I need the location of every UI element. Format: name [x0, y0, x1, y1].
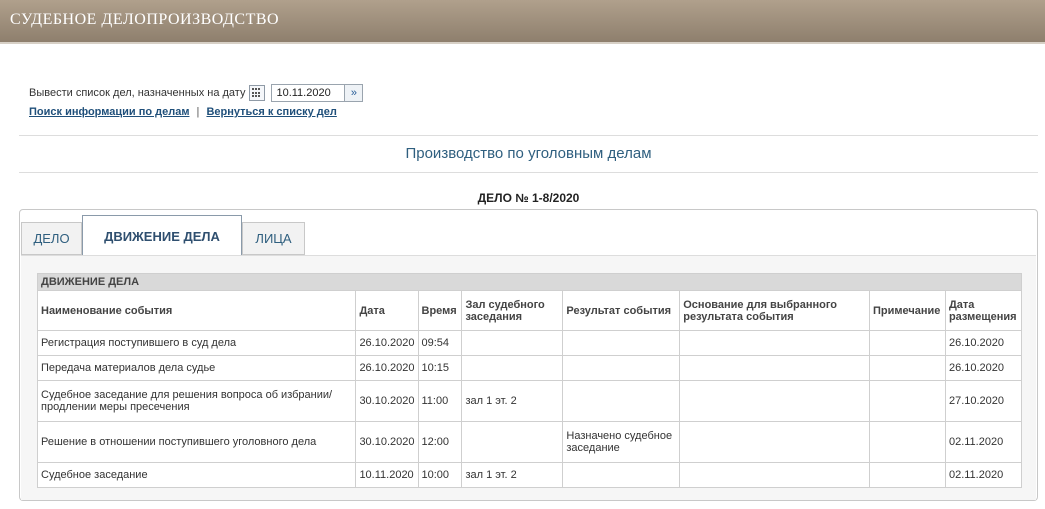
- tab-case[interactable]: ДЕЛО: [21, 222, 82, 255]
- cell-event: Судебное заседание: [36, 462, 357, 488]
- col-header-time: Время: [417, 290, 463, 331]
- calendar-icon[interactable]: [249, 85, 266, 101]
- cell-note: [868, 380, 946, 422]
- cell-basis: [679, 421, 870, 463]
- cell-event: Судебное заседание для решения вопроса о…: [36, 380, 357, 422]
- col-header-date: Дата: [355, 290, 419, 331]
- cell-note: [868, 355, 946, 381]
- tab-persons[interactable]: ЛИЦА: [242, 222, 305, 255]
- site-title: СУДЕБНОЕ ДЕЛОПРОИЗВОДСТВО: [10, 11, 280, 28]
- cell-result: [562, 380, 681, 422]
- table-row: Передача материалов дела судье 26.10.202…: [36, 355, 1023, 381]
- cell-basis: [679, 355, 870, 381]
- table-caption-row: ДВИЖЕНИЕ ДЕЛА: [37, 273, 1022, 291]
- col-header-event: Наименование события: [36, 290, 357, 331]
- cell-posted: 02.11.2020: [944, 462, 1023, 488]
- go-button[interactable]: »: [345, 84, 364, 102]
- table-caption: ДВИЖЕНИЕ ДЕЛА: [37, 273, 1022, 291]
- cell-posted: 26.10.2020: [944, 355, 1023, 381]
- cell-event: Решение в отношении поступившего уголовн…: [36, 421, 357, 463]
- col-header-basis: Основание для выбранного результата собы…: [679, 290, 870, 331]
- cell-date: 30.10.2020: [355, 421, 419, 463]
- cell-posted: 02.11.2020: [944, 421, 1023, 463]
- cell-basis: [679, 330, 870, 356]
- back-to-list-link[interactable]: Вернуться к списку дел: [206, 106, 336, 118]
- cell-note: [868, 330, 946, 356]
- cell-posted: 26.10.2020: [944, 330, 1023, 356]
- col-header-result: Результат события: [562, 290, 681, 331]
- cell-result: [562, 355, 681, 381]
- cell-hall: зал 1 эт. 2: [461, 462, 564, 488]
- cell-note: [868, 421, 946, 463]
- cell-result: Назначено судебное заседание: [562, 421, 681, 463]
- tab-content: ДВИЖЕНИЕ ДЕЛА Наименование события Дата …: [21, 255, 1036, 500]
- search-cases-link[interactable]: Поиск информации по делам: [29, 106, 189, 118]
- cell-time: 10:15: [417, 355, 463, 381]
- date-filter-bar: Вывести список дел, назначенных на дату …: [29, 83, 364, 103]
- cell-hall: зал 1 эт. 2: [461, 380, 564, 422]
- case-movement-table: ДВИЖЕНИЕ ДЕЛА Наименование события Дата …: [36, 273, 1023, 488]
- cell-hall: [461, 421, 564, 463]
- case-number: ДЕЛО № 1-8/2020: [477, 191, 580, 205]
- cell-date: 30.10.2020: [355, 380, 419, 422]
- cell-hall: [461, 330, 564, 356]
- table-header-row: Наименование события Дата Время Зал суде…: [36, 290, 1023, 331]
- cell-result: [562, 330, 681, 356]
- cell-result: [562, 462, 681, 488]
- table-row: Регистрация поступившего в суд дела 26.1…: [36, 330, 1023, 356]
- link-separator: |: [196, 106, 200, 118]
- table-row: Решение в отношении поступившего уголовн…: [36, 421, 1023, 463]
- table-row: Судебное заседание 10.11.2020 10:00 зал …: [36, 462, 1023, 488]
- cell-note: [868, 462, 946, 488]
- cell-basis: [679, 462, 870, 488]
- date-filter-label: Вывести список дел, назначенных на дату: [29, 87, 246, 99]
- cell-date: 10.11.2020: [355, 462, 419, 488]
- cell-time: 12:00: [417, 421, 463, 463]
- col-header-hall: Зал судебного заседания: [461, 290, 564, 331]
- date-input[interactable]: [271, 84, 346, 102]
- cell-hall: [461, 355, 564, 381]
- col-header-note: Примечание: [868, 290, 946, 331]
- cell-time: 10:00: [417, 462, 463, 488]
- divider: [19, 172, 1038, 173]
- cell-posted: 27.10.2020: [944, 380, 1023, 422]
- section-title: Производство по уголовным делам: [405, 145, 652, 162]
- cell-event: Передача материалов дела судье: [36, 355, 357, 381]
- cell-time: 11:00: [417, 380, 463, 422]
- cell-date: 26.10.2020: [355, 330, 419, 356]
- site-banner: СУДЕБНОЕ ДЕЛОПРОИЗВОДСТВО: [0, 0, 1045, 44]
- cell-event: Регистрация поступившего в суд дела: [36, 330, 357, 356]
- divider: [19, 135, 1038, 136]
- cell-time: 09:54: [417, 330, 463, 356]
- table-row: Судебное заседание для решения вопроса о…: [36, 380, 1023, 422]
- cell-date: 26.10.2020: [355, 355, 419, 381]
- case-tabs-panel: ДЕЛО ДВИЖЕНИЕ ДЕЛА ЛИЦА ДВИЖЕНИЕ ДЕЛА На…: [19, 209, 1038, 501]
- col-header-posted: Дата размещения: [944, 290, 1023, 331]
- nav-links: Поиск информации по делам | Вернуться к …: [29, 106, 337, 118]
- tab-case-movement[interactable]: ДВИЖЕНИЕ ДЕЛА: [82, 215, 242, 257]
- cell-basis: [679, 380, 870, 422]
